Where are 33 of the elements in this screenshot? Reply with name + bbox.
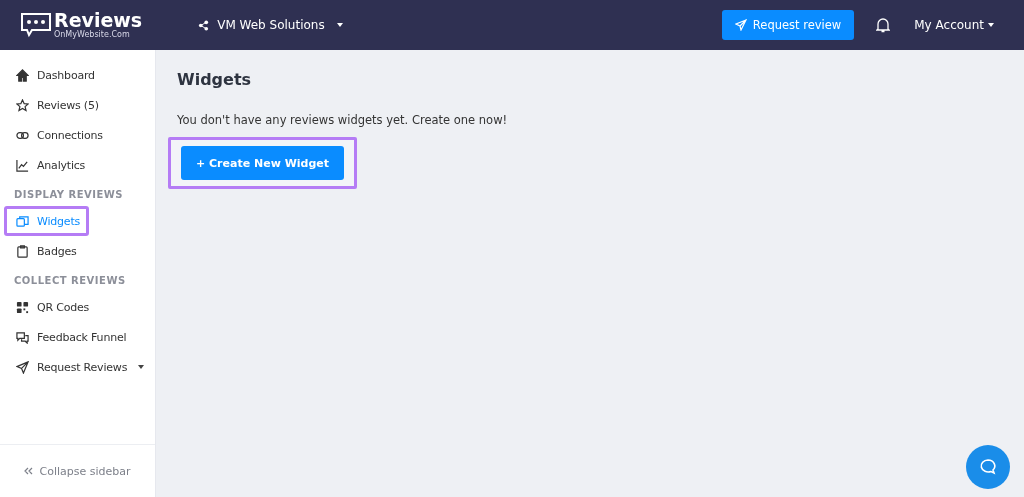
sidebar-section-heading: COLLECT REVIEWS xyxy=(13,274,127,288)
logo-icon xyxy=(20,12,52,38)
chat-support-button[interactable] xyxy=(966,445,1010,489)
paper-plane-icon xyxy=(734,19,747,31)
sidebar-item[interactable]: Feedback Funnel xyxy=(4,322,136,352)
qr-code-icon xyxy=(16,300,29,314)
notification-bell-icon[interactable] xyxy=(876,17,891,33)
sidebar-item[interactable]: Dashboard xyxy=(4,60,104,90)
stacked-windows-icon xyxy=(16,214,29,228)
sidebar-item[interactable]: Connections xyxy=(4,120,112,150)
account-dropdown[interactable]: My Account xyxy=(914,18,994,32)
sidebar-item[interactable]: Badges xyxy=(4,236,86,266)
workspace-dropdown[interactable]: VM Web Solutions xyxy=(198,18,343,32)
sidebar-item[interactable]: Request Reviews xyxy=(4,352,154,382)
logo-title: Reviews xyxy=(54,11,143,30)
empty-state-message: You don't have any reviews widgets yet. Create one now! xyxy=(177,113,509,127)
double-chevron-left-icon xyxy=(24,467,34,475)
home-icon xyxy=(16,68,29,82)
line-chart-icon xyxy=(16,158,29,172)
sidebar-item[interactable]: Widgets xyxy=(4,206,90,236)
page-title: Widgets xyxy=(177,70,253,89)
star-icon xyxy=(16,98,29,112)
logo-subtitle: OnMyWebsite.Com xyxy=(54,31,131,39)
sidebar-item[interactable]: QR Codes xyxy=(4,292,99,322)
collapse-sidebar-button[interactable]: Collapse sidebar xyxy=(18,463,137,479)
paper-plane-icon xyxy=(16,360,29,374)
sidebar-item[interactable]: Reviews (5) xyxy=(4,90,108,120)
clipboard-icon xyxy=(16,244,29,258)
chat-bubbles-icon xyxy=(16,330,29,344)
chat-bubble-icon xyxy=(979,458,997,476)
sidebar-section-heading: DISPLAY REVIEWS xyxy=(13,188,124,202)
share-icon xyxy=(198,19,210,31)
sidebar-item[interactable]: Analytics xyxy=(4,150,95,180)
